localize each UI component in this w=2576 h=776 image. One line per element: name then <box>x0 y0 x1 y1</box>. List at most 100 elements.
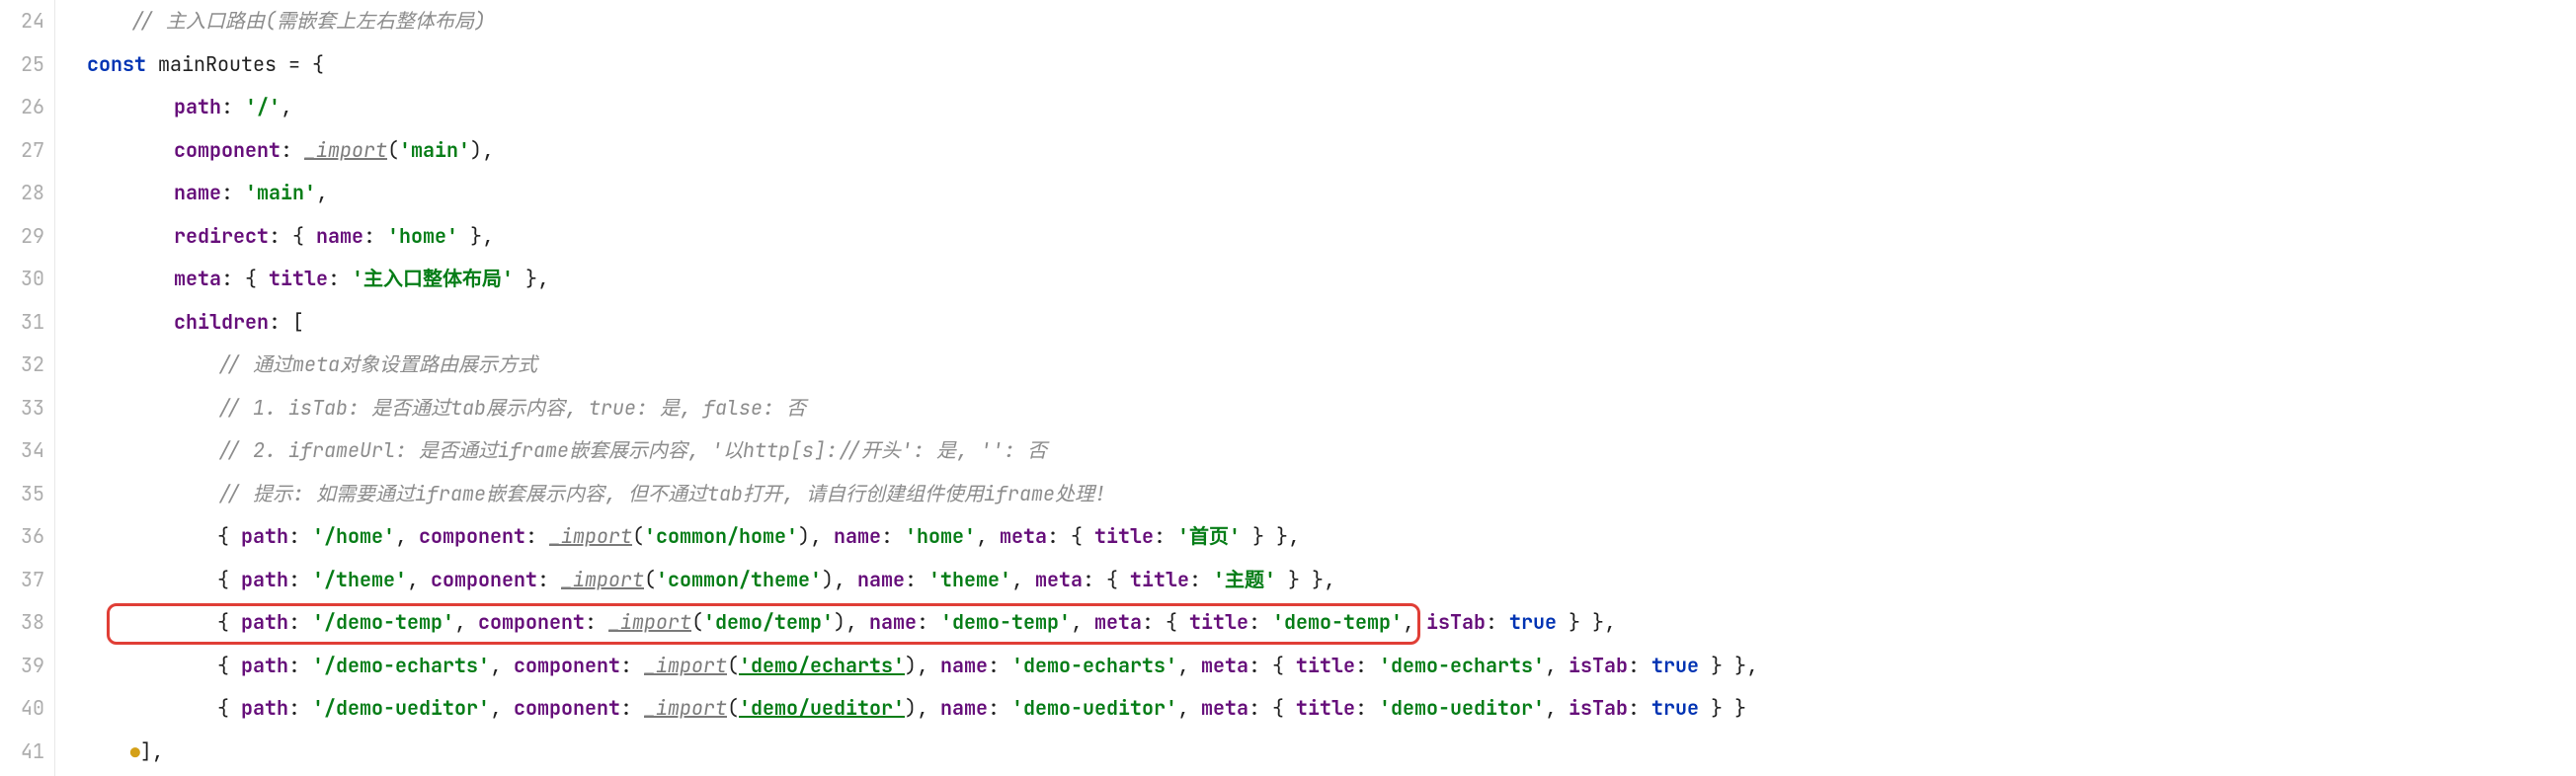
code-line[interactable]: path: '/', <box>81 86 2576 129</box>
code-token: '/theme' <box>312 567 407 592</box>
code-line[interactable]: redirect: { name: 'home' }, <box>81 215 2576 259</box>
fold-marker[interactable] <box>55 429 81 473</box>
code-line[interactable]: // 主入口路由(需嵌套上左右整体布局) <box>81 0 2576 43</box>
code-line[interactable]: { path: '/theme', component: _import('co… <box>81 559 2576 602</box>
code-token: } }, <box>1557 609 1616 635</box>
code-token: ), <box>798 523 834 549</box>
code-token: name <box>869 609 917 635</box>
code-token: : <box>1486 609 1509 635</box>
code-token: title <box>1296 653 1355 678</box>
code-editor[interactable]: 242526272829303132333435363738394041 // … <box>0 0 2576 776</box>
code-token: ( <box>727 653 739 678</box>
fold-marker[interactable] <box>55 559 81 602</box>
code-token: : { <box>1047 523 1094 549</box>
fold-marker[interactable] <box>55 731 81 774</box>
code-token: // 1. isTab: 是否通过tab展示内容, true: 是, false… <box>217 395 806 421</box>
code-line[interactable]: // 2. iframeUrl: 是否通过iframe嵌套展示内容, '以htt… <box>81 429 2576 473</box>
code-token: isTab <box>1569 653 1628 678</box>
code-token: ), <box>905 653 940 678</box>
fold-marker[interactable] <box>55 515 81 559</box>
code-line[interactable]: ●], <box>81 731 2576 774</box>
code-token: 'demo-ueditor' <box>1011 695 1177 721</box>
fold-column[interactable] <box>55 0 81 776</box>
code-token: , <box>490 653 514 678</box>
code-token: component <box>419 523 525 549</box>
code-token: _import <box>644 653 727 678</box>
fold-marker[interactable] <box>55 473 81 516</box>
code-token: } }, <box>1241 523 1300 549</box>
fold-marker[interactable] <box>55 645 81 688</box>
code-token: // 2. iframeUrl: 是否通过iframe嵌套展示内容, '以htt… <box>217 437 1047 463</box>
code-token: { <box>217 653 241 678</box>
code-token: : <box>1154 523 1177 549</box>
code-token: title <box>1189 609 1248 635</box>
code-token: : <box>537 567 561 592</box>
code-token: 'demo-temp' <box>940 609 1071 635</box>
code-token: , <box>1071 609 1094 635</box>
code-token: , <box>1177 653 1201 678</box>
code-line[interactable]: { path: '/demo-temp', component: _import… <box>81 601 2576 645</box>
code-line[interactable]: meta: { title: '主入口整体布局' }, <box>81 258 2576 301</box>
code-line[interactable]: { path: '/demo-echarts', component: _imp… <box>81 645 2576 688</box>
code-token: mainRoutes = { <box>146 51 324 77</box>
code-token: : <box>288 653 312 678</box>
code-token: '/demo-temp' <box>312 609 454 635</box>
code-token: meta <box>1094 609 1142 635</box>
code-line[interactable]: // 通过meta对象设置路由展示方式 <box>81 344 2576 387</box>
code-token: 'home' <box>387 223 458 249</box>
fold-marker[interactable] <box>55 43 81 87</box>
code-line[interactable]: name: 'main', <box>81 172 2576 215</box>
fold-marker[interactable] <box>55 301 81 345</box>
code-token: , <box>1403 609 1426 635</box>
fold-marker[interactable] <box>55 687 81 731</box>
code-token: ), <box>905 695 940 721</box>
line-number: 39 <box>0 645 44 688</box>
code-line[interactable]: { path: '/demo-ueditor', component: _imp… <box>81 687 2576 731</box>
line-number: 34 <box>0 429 44 473</box>
code-token: } } <box>1699 695 1746 721</box>
code-token: : <box>1628 695 1651 721</box>
code-token: ( <box>727 695 739 721</box>
code-token: { <box>217 695 241 721</box>
code-token: : <box>288 567 312 592</box>
code-token: , <box>1545 695 1569 721</box>
code-token: meta <box>1035 567 1083 592</box>
code-token: meta <box>174 266 221 291</box>
code-token: , <box>1011 567 1035 592</box>
fold-marker[interactable] <box>55 387 81 430</box>
fold-marker[interactable] <box>55 215 81 259</box>
code-line[interactable]: // 提示: 如需要通过iframe嵌套展示内容, 但不通过tab打开, 请自行… <box>81 473 2576 516</box>
line-number: 25 <box>0 43 44 87</box>
fold-marker[interactable] <box>55 86 81 129</box>
code-area[interactable]: // 主入口路由(需嵌套上左右整体布局)const mainRoutes = {… <box>81 0 2576 776</box>
code-token: 'demo-echarts' <box>1379 653 1545 678</box>
code-token: : <box>988 653 1011 678</box>
line-number: 37 <box>0 559 44 602</box>
code-token: { <box>217 567 241 592</box>
code-token: name <box>940 653 988 678</box>
fold-marker[interactable] <box>55 344 81 387</box>
line-number: 24 <box>0 0 44 43</box>
code-token: } }, <box>1276 567 1335 592</box>
code-token: 'demo-temp' <box>1272 609 1403 635</box>
fold-marker[interactable] <box>55 601 81 645</box>
code-line[interactable]: children: [ <box>81 301 2576 345</box>
code-token: _import <box>549 523 632 549</box>
code-token: : { <box>1142 609 1189 635</box>
code-token: true <box>1509 609 1557 635</box>
code-line[interactable]: { path: '/home', component: _import('com… <box>81 515 2576 559</box>
fold-marker[interactable] <box>55 129 81 173</box>
fold-marker[interactable] <box>55 258 81 301</box>
fold-marker[interactable] <box>55 172 81 215</box>
code-line[interactable]: component: _import('main'), <box>81 129 2576 173</box>
code-token: title <box>1296 695 1355 721</box>
code-token: _import <box>304 137 387 163</box>
line-number: 29 <box>0 215 44 259</box>
code-token: 'theme' <box>928 567 1011 592</box>
code-token: : <box>288 695 312 721</box>
fold-marker[interactable] <box>55 0 81 43</box>
code-token: : { <box>1083 567 1130 592</box>
code-line[interactable]: // 1. isTab: 是否通过tab展示内容, true: 是, false… <box>81 387 2576 430</box>
code-token: name <box>316 223 363 249</box>
code-line[interactable]: const mainRoutes = { <box>81 43 2576 87</box>
